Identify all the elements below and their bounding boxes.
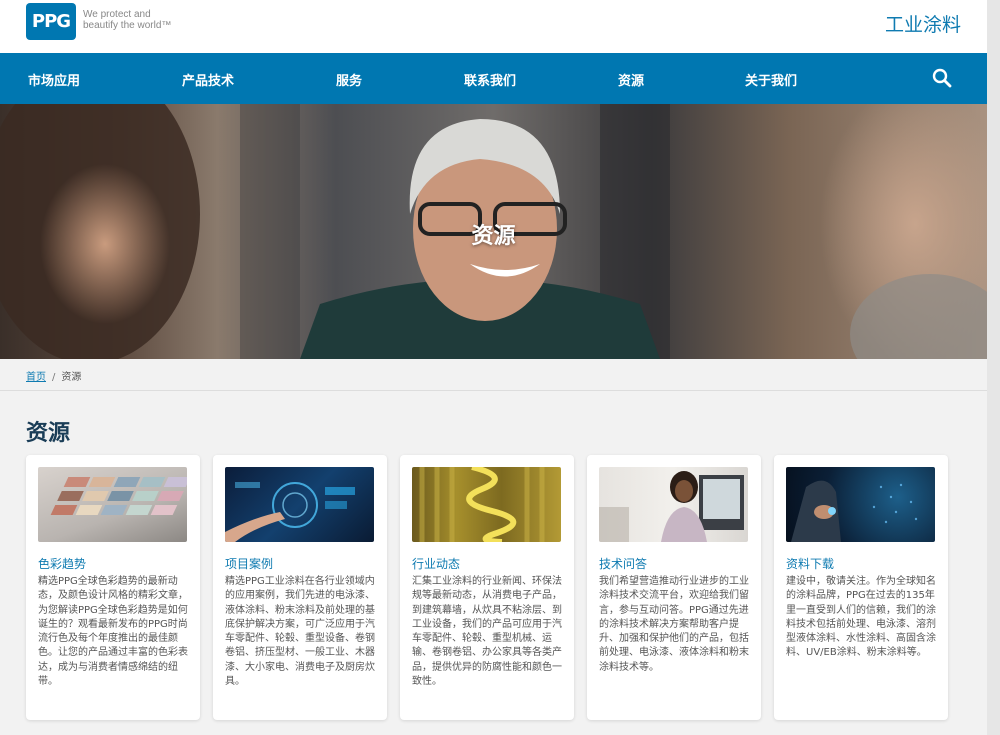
nav-item-about-us[interactable]: 关于我们 (745, 70, 797, 89)
section-title: 资源 (26, 421, 71, 446)
tagline-line-1: We protect and (83, 9, 151, 20)
tagline-line-2: beautify the world™ (83, 20, 172, 31)
breadcrumb-home-link[interactable]: 首页 (26, 372, 46, 383)
site-name[interactable]: 工业涂料 (885, 10, 961, 37)
search-icon[interactable] (932, 68, 952, 88)
nav-item-product-technology[interactable]: 产品技术 (182, 70, 234, 89)
nav-item-services[interactable]: 服务 (336, 70, 362, 89)
card-description: 建设中，敬请关注。作为全球知名的涂料品牌，PPG在过去的135年里一直受到人们的… (786, 576, 936, 659)
hero-title: 资源 (471, 224, 516, 249)
page: PPG We protect and beautify the world™ 工… (0, 0, 987, 735)
card-title: 行业动态 (412, 557, 461, 571)
support-agent-image (599, 467, 748, 542)
card-description: 精选PPG全球色彩趋势的最新动态，及颜色设计风格的精彩文章，为您解读PPG全球色… (38, 576, 188, 688)
resource-card-industry-news[interactable]: 行业动态 汇集工业涂料的行业新闻、环保法规等最新动态，从消费电子产品，到建筑幕墙… (400, 455, 574, 720)
tagline: We protect and beautify the world™ (83, 9, 171, 31)
resource-card-downloads[interactable]: 资料下载 建设中，敬请关注。作为全球知名的涂料品牌，PPG在过去的135年里一直… (774, 455, 948, 720)
breadcrumb-separator: / (52, 372, 56, 383)
breadcrumb-bar: 首页 / 资源 (0, 359, 987, 391)
color-swatches-image (38, 467, 187, 542)
breadcrumb-current: 资源 (61, 372, 82, 383)
ppg-logo[interactable]: PPG (26, 3, 76, 40)
card-description: 汇集工业涂料的行业新闻、环保法规等最新动态，从消费电子产品，到建筑幕墙，从炊具不… (412, 576, 562, 688)
resource-card-project-cases[interactable]: 项目案例 精选PPG工业涂料在各行业领域内的应用案例，我们先进的电泳漆、液体涂料… (213, 455, 387, 720)
card-description: 精选PPG工业涂料在各行业领域内的应用案例，我们先进的电泳漆、液体涂料、粉末涂料… (225, 576, 375, 688)
card-title: 技术问答 (599, 557, 648, 571)
nav-item-resources[interactable]: 资源 (618, 70, 644, 89)
tech-touchscreen-image (225, 467, 374, 542)
card-title: 项目案例 (225, 557, 274, 571)
nav-item-market-applications[interactable]: 市场应用 (28, 70, 80, 89)
nav-item-contact-us[interactable]: 联系我们 (464, 70, 516, 89)
digital-touch-image (786, 467, 935, 542)
card-title: 资料下载 (786, 557, 835, 571)
yellow-springs-image (412, 467, 561, 542)
resource-card-tech-qa[interactable]: 技术问答 我们希望营造推动行业进步的工业涂料技术交流平台，欢迎给我们留言，参与互… (587, 455, 761, 720)
main-nav: 市场应用 产品技术 服务 联系我们 资源 关于我们 (0, 53, 987, 104)
hero-banner: 资源 (0, 104, 987, 359)
card-description: 我们希望营造推动行业进步的工业涂料技术交流平台，欢迎给我们留言，参与互动问答。P… (599, 576, 749, 673)
card-title: 色彩趋势 (38, 557, 87, 571)
top-header: PPG We protect and beautify the world™ 工… (0, 0, 987, 53)
page-scrollbar[interactable] (987, 0, 1000, 735)
resource-card-color-trends[interactable]: 色彩趋势 精选PPG全球色彩趋势的最新动态，及颜色设计风格的精彩文章，为您解读P… (26, 455, 200, 720)
breadcrumb: 首页 / 资源 (26, 368, 81, 383)
